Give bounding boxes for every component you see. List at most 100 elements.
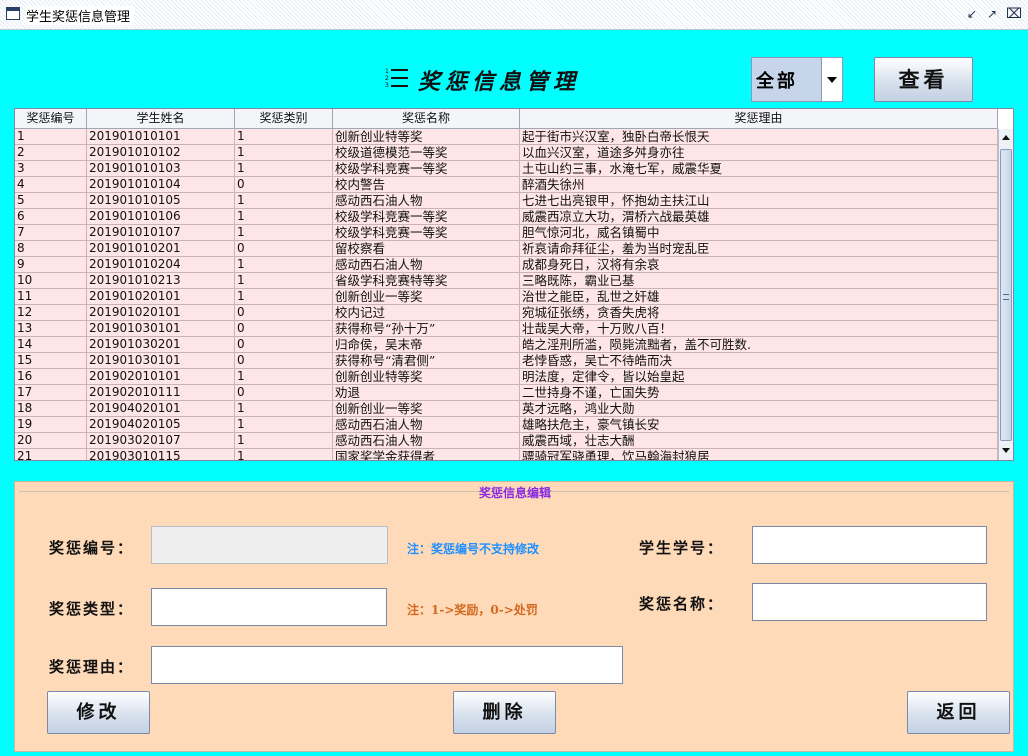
table-row[interactable]: 18 201904020101 1 创新创业一等奖 英才远略，鸿业大勋: [15, 401, 998, 417]
table-cell: 0: [235, 337, 333, 352]
table-cell: 校级道德模范一等奖: [333, 145, 520, 160]
table-row[interactable]: 8 201901010201 0 留校察看 祈哀请命拜征尘，羞为当时宠乱臣: [15, 241, 998, 257]
table-cell: 201904020101: [87, 401, 235, 416]
table-cell: 成都身死日，汉将有余哀: [520, 257, 998, 272]
table-row[interactable]: 4 201901010104 0 校内警告 醉酒失徐州: [15, 177, 998, 193]
minimize-icon[interactable]: ↙: [964, 6, 980, 22]
close-icon[interactable]: ⌧: [1006, 6, 1022, 22]
table-cell: 1: [235, 145, 333, 160]
table-cell: 11: [15, 289, 87, 304]
column-header[interactable]: 奖惩编号: [15, 109, 87, 128]
id-label: 奖惩编号：: [49, 539, 135, 557]
view-button[interactable]: 查看: [874, 57, 973, 102]
table-cell: 祈哀请命拜征尘，羞为当时宠乱臣: [520, 241, 998, 256]
table-cell: 0: [235, 353, 333, 368]
table-row[interactable]: 6 201901010106 1 校级学科竞赛一等奖 威震西凉立大功，渭桥六战最英雄: [15, 209, 998, 225]
chevron-down-icon[interactable]: [821, 58, 842, 101]
table-row[interactable]: 7 201901010107 1 校级学科竞赛一等奖 胆气惊河北，威名镇蜀中: [15, 225, 998, 241]
table-cell: 感动西石油人物: [333, 417, 520, 432]
table-cell: 感动西石油人物: [333, 193, 520, 208]
table-row[interactable]: 19 201904020105 1 感动西石油人物 雄略扶危主，豪气镇长安: [15, 417, 998, 433]
table-cell: 201901010102: [87, 145, 235, 160]
table-cell: 七进七出亮银甲，怀抱幼主扶江山: [520, 193, 998, 208]
table-cell: 19: [15, 417, 87, 432]
svg-text:3: 3: [385, 82, 389, 89]
table-row[interactable]: 3 201901010103 1 校级学科竞赛一等奖 土屯山约三事，水淹七军，威震华夏: [15, 161, 998, 177]
table-cell: 创新创业一等奖: [333, 289, 520, 304]
edit-panel: 奖惩信息编辑 奖惩编号： 注：奖惩编号不支持修改 学生学号： 奖惩类型： 注：1…: [14, 481, 1014, 752]
table-cell: 14: [15, 337, 87, 352]
table-row[interactable]: 17 201902010111 0 劝退 二世持身不谨，亡国失势: [15, 385, 998, 401]
table-row[interactable]: 1 201901010101 1 创新创业特等奖 起于街市兴汉室，独卧白帝长恨天: [15, 129, 998, 145]
table-cell: 校级学科竞赛一等奖: [333, 225, 520, 240]
table-row[interactable]: 14 201901030201 0 归命侯，吴末帝 皓之淫刑所滥，陨毙流黜者，盖不可胜数…: [15, 337, 998, 353]
scroll-up-icon[interactable]: [999, 131, 1013, 146]
type-field[interactable]: [151, 588, 387, 626]
table-cell: 获得称号“清君侧”: [333, 353, 520, 368]
table-cell: 二世持身不谨，亡国失势: [520, 385, 998, 400]
table-cell: 壮哉吴大帝，十万败八百！: [520, 321, 998, 336]
table-cell: 17: [15, 385, 87, 400]
table-row[interactable]: 10 201901010213 1 省级学科竞赛特等奖 三略既陈，霸业已基: [15, 273, 998, 289]
type-label: 奖惩类型：: [49, 600, 135, 618]
back-button[interactable]: 返回: [907, 691, 1010, 734]
title-bar: 学生奖惩信息管理 ↙ ↗ ⌧: [0, 0, 1028, 30]
filter-select[interactable]: 全部: [751, 57, 843, 102]
table-header: 奖惩编号 学生姓名 奖惩类别 奖惩名称 奖惩理由: [15, 109, 998, 129]
table-cell: 18: [15, 401, 87, 416]
window-title: 学生奖惩信息管理: [26, 6, 135, 25]
scroll-down-icon[interactable]: [999, 443, 1013, 458]
column-header[interactable]: 奖惩类别: [235, 109, 333, 128]
table-cell: 校内警告: [333, 177, 520, 192]
table-row[interactable]: 21 201903010115 1 国家奖学金获得者 骠骑冠军骁勇理，饮马翰海封狼居: [15, 449, 998, 460]
table-cell: 获得称号“孙十万”: [333, 321, 520, 336]
table-cell: 0: [235, 305, 333, 320]
table-cell: 20: [15, 433, 87, 448]
table-cell: 1: [235, 273, 333, 288]
table-cell: 创新创业特等奖: [333, 369, 520, 384]
table-cell: 留校察看: [333, 241, 520, 256]
window-icon: [6, 7, 20, 20]
table-cell: 201901010204: [87, 257, 235, 272]
vertical-scrollbar[interactable]: [998, 129, 1013, 460]
table-row[interactable]: 11 201901020101 1 创新创业一等奖 治世之能臣，乱世之奸雄: [15, 289, 998, 305]
table-cell: 4: [15, 177, 87, 192]
table-cell: 201902010111: [87, 385, 235, 400]
column-header[interactable]: 奖惩名称: [333, 109, 520, 128]
id-note: 注：奖惩编号不支持修改: [407, 542, 540, 556]
table-row[interactable]: 9 201901010204 1 感动西石油人物 成都身死日，汉将有余哀: [15, 257, 998, 273]
table-cell: 1: [235, 193, 333, 208]
table-cell: 201901010101: [87, 129, 235, 144]
table-row[interactable]: 20 201903020107 1 感动西石油人物 威震西域，壮志大酬: [15, 433, 998, 449]
scroll-thumb[interactable]: [1000, 149, 1012, 441]
table-cell: 感动西石油人物: [333, 433, 520, 448]
table-cell: 201901010106: [87, 209, 235, 224]
table-cell: 201901030201: [87, 337, 235, 352]
table-cell: 201903010115: [87, 449, 235, 460]
modify-button[interactable]: 修改: [47, 691, 150, 734]
table-row[interactable]: 5 201901010105 1 感动西石油人物 七进七出亮银甲，怀抱幼主扶江山: [15, 193, 998, 209]
table-row[interactable]: 2 201901010102 1 校级道德模范一等奖 以血兴汉室，道途多舛身亦往: [15, 145, 998, 161]
table-cell: 1: [235, 225, 333, 240]
column-header[interactable]: 奖惩理由: [520, 109, 998, 128]
table-row[interactable]: 13 201901030101 0 获得称号“孙十万” 壮哉吴大帝，十万败八百！: [15, 321, 998, 337]
table-cell: 201903020107: [87, 433, 235, 448]
delete-button[interactable]: 删除: [453, 691, 556, 734]
student-id-field[interactable]: [752, 526, 987, 564]
table-cell: 校级学科竞赛一等奖: [333, 161, 520, 176]
maximize-icon[interactable]: ↗: [984, 6, 1000, 22]
svg-text:2: 2: [385, 75, 389, 82]
page-title: 奖惩信息管理: [418, 69, 581, 95]
reason-field[interactable]: [151, 646, 623, 684]
table-cell: 胆气惊河北，威名镇蜀中: [520, 225, 998, 240]
table-row[interactable]: 15 201901030101 0 获得称号“清君侧” 老悖昏惑，吴亡不待皓而决: [15, 353, 998, 369]
table-row[interactable]: 16 201902010101 1 创新创业特等奖 明法度，定律令，皆以始皇起: [15, 369, 998, 385]
table-cell: 雄略扶危主，豪气镇长安: [520, 417, 998, 432]
table-cell: 归命侯，吴末帝: [333, 337, 520, 352]
table-cell: 1: [235, 257, 333, 272]
table-row[interactable]: 12 201901020101 0 校内记过 宛城征张绣，贪香失虎将: [15, 305, 998, 321]
table-cell: 2: [15, 145, 87, 160]
name-field[interactable]: [752, 583, 987, 621]
column-header[interactable]: 学生姓名: [87, 109, 235, 128]
table-cell: 1: [235, 417, 333, 432]
